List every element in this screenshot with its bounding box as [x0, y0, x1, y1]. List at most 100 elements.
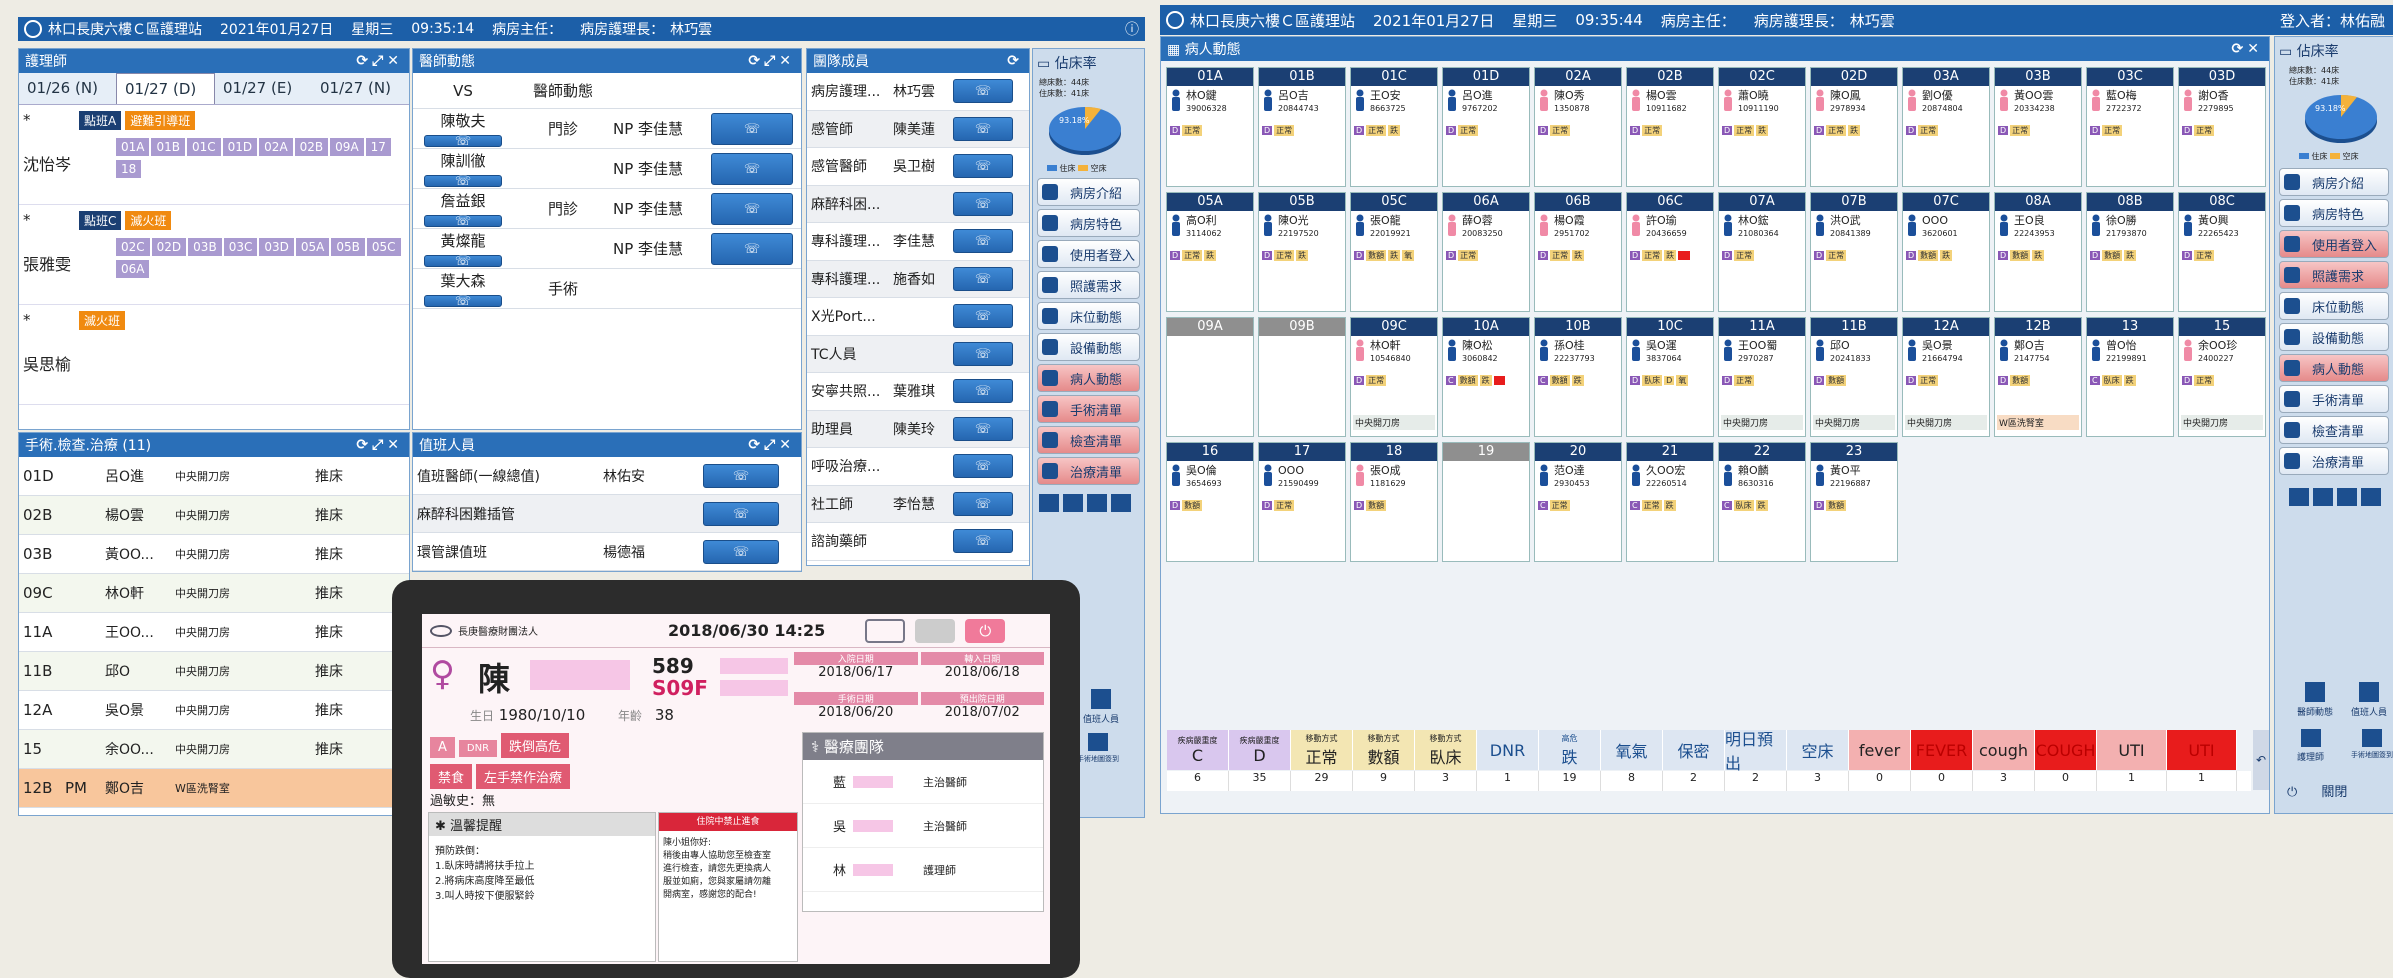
bed-card[interactable]: 07A 林O鋐 21080364 D 正常 — [1718, 192, 1806, 312]
stat-空床[interactable]: 空床 — [1787, 730, 1849, 770]
bed-card[interactable]: 01B 呂O吉 20844743 D 正常 — [1258, 67, 1346, 187]
bed-card[interactable]: 03B 黃OO雲 20334238 D 正常 — [1994, 67, 2082, 187]
bed-chip[interactable]: 02D — [151, 238, 187, 256]
surgery-action[interactable]: 推床 — [315, 622, 355, 642]
call-button[interactable]: ☏ — [711, 112, 793, 145]
nurse-shortcut-button[interactable]: 護理師 — [2297, 729, 2324, 763]
panel-controls-icon[interactable]: ⟳⤢✕ — [748, 437, 795, 453]
layout-1-icon[interactable] — [2289, 488, 2309, 506]
bed-chip[interactable]: 05C — [366, 238, 401, 256]
call-button[interactable]: ☏ — [424, 215, 502, 228]
side-menu-list[interactable]: 治療清單 — [2279, 447, 2389, 475]
tab-shift[interactable]: 01/27 (D) — [116, 73, 215, 104]
side-menu-book[interactable]: 病房介紹 — [1037, 178, 1140, 206]
power-icon[interactable]: ⏻ — [965, 618, 1006, 643]
bed-card[interactable]: 02A 陳O秀 1350878 D 正常 — [1534, 67, 1622, 187]
tab-shift[interactable]: 01/27 (E) — [215, 73, 312, 104]
bed-card[interactable]: 19 — [1442, 442, 1530, 562]
stat-fever[interactable]: fever — [1849, 730, 1911, 770]
side-menu-care[interactable]: 照護需求 — [1037, 271, 1140, 299]
bed-card[interactable]: 02B 楊O雲 10911682 D 正常 — [1626, 67, 1714, 187]
call-button[interactable]: ☏ — [953, 79, 1013, 104]
call-button[interactable]: ☏ — [424, 295, 502, 308]
side-menu-user[interactable]: 使用者登入 — [2279, 230, 2389, 258]
call-button[interactable]: ☏ — [703, 539, 779, 564]
stat-c[interactable]: 疾病嚴重度 C — [1167, 730, 1229, 770]
surgery-row[interactable]: 03B 黃OO... 中央開刀房 推床 — [19, 535, 409, 574]
side-menu-bed[interactable]: 床位動態 — [1037, 302, 1140, 330]
surgery-row[interactable]: 09C 林O軒 中央開刀房 推床 — [19, 574, 409, 613]
side-menu-thumb[interactable]: 病房特色 — [1037, 209, 1140, 237]
call-button[interactable]: ☏ — [953, 379, 1013, 404]
bed-card[interactable]: 05C 張O龍 22019921 D 數額跌氧 — [1350, 192, 1438, 312]
bed-chip[interactable]: 01D — [222, 138, 258, 156]
bed-chip[interactable]: 18 — [116, 160, 142, 178]
bed-card[interactable]: 13 曾O怡 22199891 C 臥床跌 — [2086, 317, 2174, 437]
bed-chip[interactable]: 09A — [330, 138, 364, 156]
surgery-row[interactable]: 12A 吳O景 中央開刀房 推床 — [19, 691, 409, 730]
bed-card[interactable]: 08B 徐O勝 21793870 D 數額跌 — [2086, 192, 2174, 312]
bed-card[interactable]: 06A 薛O蓉 20083250 D 正常 — [1442, 192, 1530, 312]
stat-uti[interactable]: UTI — [2167, 730, 2237, 770]
call-button[interactable]: ☏ — [953, 341, 1013, 366]
call-button[interactable]: ☏ — [424, 255, 502, 268]
stat-正常[interactable]: 移動方式 正常 — [1291, 730, 1353, 770]
surgery-action[interactable]: 推床 — [315, 700, 355, 720]
bed-card[interactable]: 09C 林O軒 10546840 D 正常 中央開刀房 — [1350, 317, 1438, 437]
bed-card[interactable]: 02C 蕭O曉 10911190 D 正常跌 — [1718, 67, 1806, 187]
bed-card[interactable]: 15 余OO珍 2400227 D 正常 中央開刀房 — [2178, 317, 2266, 437]
stat-臥床[interactable]: 移動方式 臥床 — [1415, 730, 1477, 770]
bed-card[interactable]: 22 賴O麟 8630316 C 臥床跌 — [1718, 442, 1806, 562]
bed-chip[interactable]: 03C — [223, 238, 258, 256]
stat-跌[interactable]: 高危跌 — [1539, 730, 1601, 770]
surgery-action[interactable]: 推床 — [315, 583, 355, 603]
call-button[interactable]: ☏ — [953, 304, 1013, 329]
surgery-row[interactable]: 12B PM 鄭O吉 W區洗腎室 — [19, 769, 409, 808]
stat-cough[interactable]: COUGH — [2035, 730, 2097, 770]
side-menu-exam[interactable]: 檢查清單 — [1037, 426, 1140, 454]
scan-icon[interactable] — [865, 618, 906, 643]
side-menu-exam[interactable]: 檢查清單 — [2279, 416, 2389, 444]
bed-card[interactable]: 02D 陳O鳳 2978934 D 正常跌 — [1810, 67, 1898, 187]
panel-controls-icon[interactable]: ⟳✕ — [2232, 41, 2263, 57]
call-button[interactable]: ☏ — [953, 229, 1013, 254]
call-button[interactable]: ☏ — [953, 191, 1013, 216]
bed-card[interactable]: 10B 孫O桂 22237793 C 數額跌 — [1534, 317, 1622, 437]
side-menu-list[interactable]: 治療清單 — [1037, 457, 1140, 485]
surgery-action[interactable]: 推床 — [315, 466, 355, 486]
surgery-action[interactable]: 推床 — [315, 661, 355, 681]
bed-card[interactable]: 17 OOO 21590499 D 正常 — [1258, 442, 1346, 562]
handover-shortcut-button[interactable]: 手術地圖簽到 — [2351, 729, 2393, 760]
layout-3-icon[interactable] — [1087, 494, 1107, 512]
bed-card[interactable]: 18 張O成 1181629 D 數額 — [1350, 442, 1438, 562]
logout-button[interactable]: ⏻ 關閉 — [2287, 781, 2347, 800]
surgery-row[interactable]: 11B 邱O 中央開刀房 推床 — [19, 652, 409, 691]
call-button[interactable]: ☏ — [711, 152, 793, 185]
stat-數額[interactable]: 移動方式 數額 — [1353, 730, 1415, 770]
bed-card[interactable]: 05B 陳O光 22197520 D 正常跌 — [1258, 192, 1346, 312]
layout-3-icon[interactable] — [2337, 488, 2357, 506]
duty-shortcut-button[interactable]: 值班人員 — [2351, 682, 2387, 718]
surgery-row[interactable]: 15 余OO... 中央開刀房 推床 — [19, 730, 409, 769]
call-button[interactable]: ☏ — [953, 266, 1013, 291]
call-button[interactable]: ☏ — [711, 192, 793, 225]
bed-card[interactable]: 10C 吳O運 3837064 D 臥床 D 氧 — [1626, 317, 1714, 437]
side-menu-heart[interactable]: 病人動態 — [2279, 354, 2389, 382]
bed-card[interactable]: 12A 吳O景 21664794 D 正常 中央開刀房 — [1902, 317, 1990, 437]
bed-card[interactable]: 12B 鄭O吉 2147754 D 數額 W區洗腎室 — [1994, 317, 2082, 437]
call-button[interactable]: ☏ — [711, 232, 793, 265]
bed-card[interactable]: 11B 邱O 20241833 D 數額 中央開刀房 — [1810, 317, 1898, 437]
stat-uti[interactable]: UTI — [2097, 730, 2167, 770]
bed-chip[interactable]: 02C — [116, 238, 150, 256]
surgery-row[interactable]: 02B 楊O雲 中央開刀房 推床 — [19, 496, 409, 535]
surgery-row[interactable]: 11A 王OO... 中央開刀房 推床 — [19, 613, 409, 652]
layout-2-icon[interactable] — [1063, 494, 1083, 512]
bed-card[interactable]: 01A 林O鍵 39006328 D 正常 — [1166, 67, 1254, 187]
bed-card[interactable]: 01C 王O安 8663725 D 正常跌 — [1350, 67, 1438, 187]
layout-4-icon[interactable] — [2361, 488, 2381, 506]
info-icon[interactable]: ⓘ — [1125, 19, 1139, 39]
bed-card[interactable]: 10A 陳O松 3060842 C 數額跌 ■ — [1442, 317, 1530, 437]
bed-card[interactable]: 03C 藍O梅 2722372 D 正常 — [2086, 67, 2174, 187]
bed-chip[interactable]: 06A — [116, 260, 150, 278]
surgery-action[interactable]: 推床 — [315, 739, 355, 759]
